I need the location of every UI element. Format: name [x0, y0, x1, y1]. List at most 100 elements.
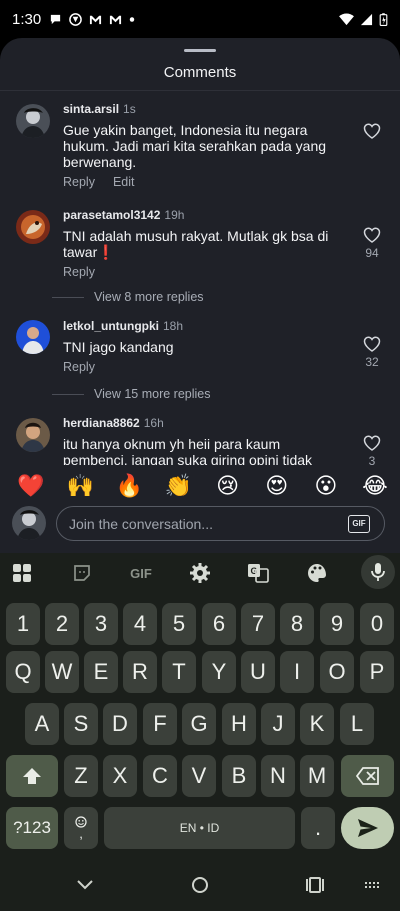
- heart-icon: [363, 123, 381, 139]
- key-b[interactable]: B: [222, 755, 256, 797]
- key-r[interactable]: R: [123, 651, 157, 693]
- key-n[interactable]: N: [261, 755, 295, 797]
- divider: [0, 90, 400, 91]
- key-5[interactable]: 5: [162, 603, 196, 645]
- reply-button[interactable]: Reply: [63, 265, 95, 279]
- key-2[interactable]: 2: [45, 603, 79, 645]
- avatar[interactable]: [16, 320, 50, 354]
- avatar[interactable]: [16, 210, 50, 244]
- theme-palette-icon[interactable]: [305, 561, 329, 585]
- like-button[interactable]: 3: [362, 435, 382, 465]
- emoji-surprised-button[interactable]: 😮: [311, 473, 341, 499]
- key-s[interactable]: S: [64, 703, 98, 745]
- comment-username[interactable]: parasetamol3142: [63, 208, 160, 222]
- key-9[interactable]: 9: [320, 603, 354, 645]
- space-bar[interactable]: EN • ID: [104, 807, 295, 849]
- avatar: [12, 506, 46, 540]
- key-a[interactable]: A: [25, 703, 59, 745]
- key-q[interactable]: Q: [6, 651, 40, 693]
- key-h[interactable]: H: [222, 703, 256, 745]
- backspace-icon: [355, 767, 379, 785]
- voice-input-button[interactable]: [361, 555, 395, 589]
- emoji-heart-eyes-button[interactable]: 😍: [262, 473, 292, 499]
- key-u[interactable]: U: [241, 651, 275, 693]
- key-w[interactable]: W: [45, 651, 79, 693]
- emoji-laughing-button[interactable]: 😂: [360, 473, 390, 499]
- send-icon: [357, 819, 378, 837]
- comment-username[interactable]: letkol_untungpki: [63, 319, 159, 333]
- like-button[interactable]: [362, 123, 382, 139]
- period-key[interactable]: .: [301, 807, 335, 849]
- key-v[interactable]: V: [182, 755, 216, 797]
- key-k[interactable]: K: [300, 703, 334, 745]
- key-d[interactable]: D: [103, 703, 137, 745]
- reply-button[interactable]: Reply: [63, 175, 95, 189]
- keyboard-switch-icon[interactable]: [363, 876, 383, 894]
- key-j[interactable]: J: [261, 703, 295, 745]
- emoji-fire-button[interactable]: 🔥: [114, 473, 144, 499]
- recents-icon[interactable]: [305, 876, 325, 894]
- status-bar: 1:30: [0, 0, 400, 38]
- key-i[interactable]: I: [280, 651, 314, 693]
- emoji-comma-key[interactable]: ,: [64, 807, 98, 849]
- key-l[interactable]: L: [340, 703, 374, 745]
- edit-button[interactable]: Edit: [113, 175, 135, 189]
- key-t[interactable]: T: [162, 651, 196, 693]
- emoji-raised-hands-button[interactable]: 🙌: [65, 473, 95, 499]
- key-y[interactable]: Y: [202, 651, 236, 693]
- comment-input[interactable]: [69, 513, 339, 535]
- key-p[interactable]: P: [360, 651, 394, 693]
- avatar[interactable]: [16, 418, 50, 452]
- comment-username[interactable]: sinta.arsil: [63, 102, 119, 116]
- like-count: 3: [368, 454, 376, 465]
- key-8[interactable]: 8: [280, 603, 314, 645]
- like-count: 32: [365, 355, 379, 369]
- translate-icon[interactable]: G: [246, 561, 270, 585]
- key-e[interactable]: E: [84, 651, 118, 693]
- key-0[interactable]: 0: [360, 603, 394, 645]
- comments-sheet: Comments sinta.arsil 1s Gue yakin banget,…: [0, 38, 400, 553]
- signal-icon: [360, 13, 373, 25]
- like-button[interactable]: 94: [362, 227, 382, 260]
- key-g[interactable]: G: [182, 703, 216, 745]
- sheet-title: Comments: [163, 64, 237, 81]
- comment-input-container: GIF: [56, 506, 385, 541]
- comment-username[interactable]: herdiana8862: [63, 416, 140, 430]
- drag-handle[interactable]: [184, 49, 216, 52]
- key-4[interactable]: 4: [123, 603, 157, 645]
- emoji-crying-button[interactable]: 😢: [213, 473, 243, 499]
- key-3[interactable]: 3: [84, 603, 118, 645]
- settings-gear-icon[interactable]: [188, 561, 212, 585]
- key-1[interactable]: 1: [6, 603, 40, 645]
- emoji-clap-button[interactable]: 👏: [163, 473, 193, 499]
- back-chevron-icon[interactable]: [75, 876, 95, 894]
- gif-keyboard-button[interactable]: GIF: [124, 561, 158, 585]
- comment-list[interactable]: sinta.arsil 1s Gue yakin banget, Indonesi…: [0, 93, 400, 465]
- key-m[interactable]: M: [300, 755, 334, 797]
- sticker-icon[interactable]: [70, 561, 94, 585]
- view-more-replies[interactable]: View 15 more replies: [52, 387, 211, 401]
- view-more-replies[interactable]: View 8 more replies: [52, 290, 204, 304]
- key-z[interactable]: Z: [64, 755, 98, 797]
- symbols-key[interactable]: ?123: [6, 807, 58, 849]
- like-button[interactable]: 32: [362, 336, 382, 369]
- apps-grid-icon[interactable]: [10, 561, 34, 585]
- comment-text: Gue yakin banget, Indonesia itu negara h…: [63, 122, 327, 170]
- backspace-key[interactable]: [341, 755, 394, 797]
- key-o[interactable]: O: [320, 651, 354, 693]
- comment-composer: GIF: [0, 504, 400, 553]
- chat-bubble-icon: [51, 14, 61, 24]
- send-key[interactable]: [341, 807, 394, 849]
- shift-icon: [23, 768, 41, 784]
- home-circle-icon[interactable]: [190, 876, 210, 894]
- avatar[interactable]: [16, 104, 50, 138]
- reply-button[interactable]: Reply: [63, 360, 95, 374]
- gif-button[interactable]: GIF: [348, 515, 370, 533]
- shift-key[interactable]: [6, 755, 58, 797]
- emoji-heart-button[interactable]: ❤️: [16, 473, 46, 499]
- key-c[interactable]: C: [143, 755, 177, 797]
- key-7[interactable]: 7: [241, 603, 275, 645]
- key-6[interactable]: 6: [202, 603, 236, 645]
- key-x[interactable]: X: [103, 755, 137, 797]
- key-f[interactable]: F: [143, 703, 177, 745]
